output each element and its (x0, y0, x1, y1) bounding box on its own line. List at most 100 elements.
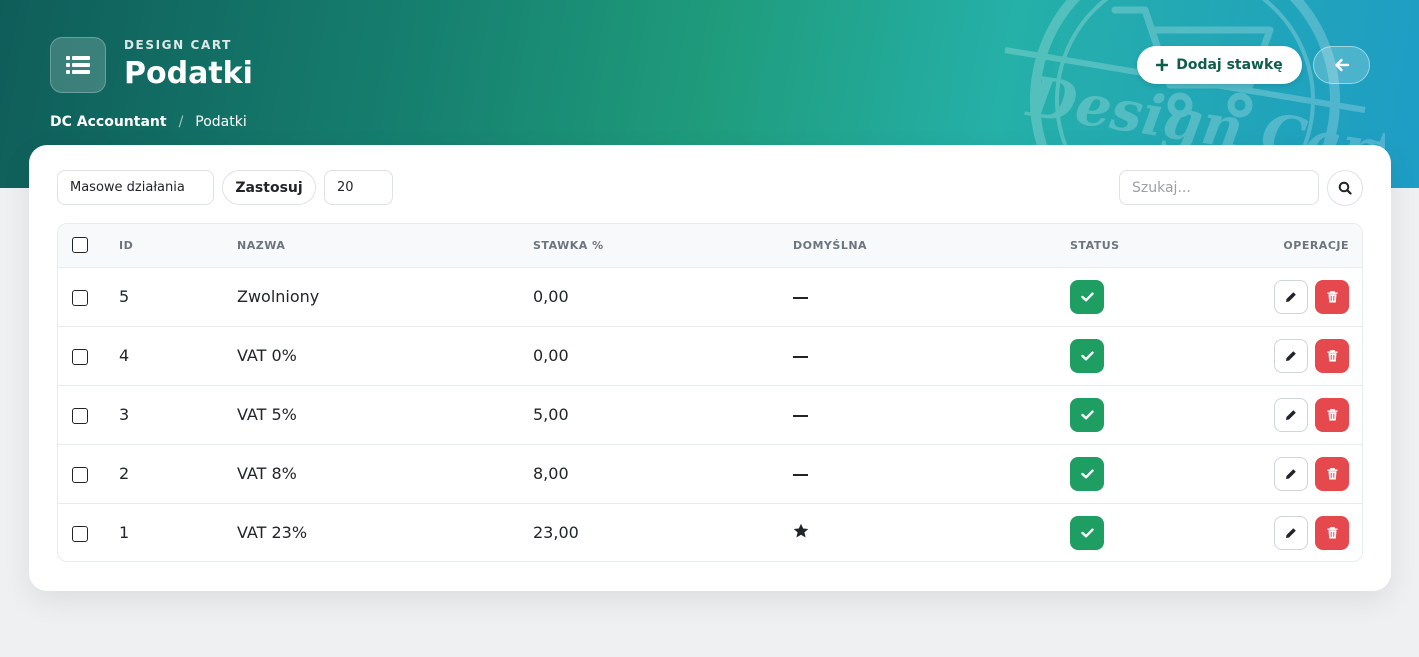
column-header-status[interactable]: STATUS (1070, 224, 1254, 268)
breadcrumb-current: Podatki (195, 114, 247, 130)
breadcrumb: DC Accountant / Podatki (50, 114, 247, 130)
trash-icon (1327, 467, 1337, 479)
column-header-rate[interactable]: STAWKA % (533, 224, 793, 268)
column-header-operations: OPERACJE (1254, 224, 1362, 268)
star-icon (793, 523, 809, 538)
row-checkbox[interactable] (72, 289, 88, 306)
apply-button[interactable]: Zastosuj (222, 170, 316, 205)
cell-status (1070, 385, 1254, 445)
pencil-icon (1286, 409, 1296, 420)
trash-icon (1327, 408, 1337, 420)
row-checkbox[interactable] (72, 348, 88, 365)
cell-default (793, 385, 1070, 445)
row-checkbox[interactable] (72, 525, 88, 542)
not-default-dash (793, 473, 808, 476)
cell-rate: 23,00 (533, 523, 579, 543)
breadcrumb-link-dc-accountant[interactable]: DC Accountant (50, 114, 167, 130)
cell-id: 2 (119, 444, 237, 504)
cell-default (793, 503, 1070, 561)
per-page-select[interactable]: 20 (324, 170, 393, 205)
check-icon (1080, 292, 1094, 301)
status-toggle-button[interactable] (1070, 338, 1104, 373)
select-all-checkbox[interactable] (72, 237, 88, 254)
not-default-dash (793, 355, 808, 358)
edit-button[interactable] (1274, 456, 1308, 491)
table-header-row: ID NAZWA STAWKA % DOMYŚLNA STATUS OPERAC… (58, 224, 1362, 268)
pencil-icon (1286, 527, 1296, 538)
cell-name: VAT 0% (237, 326, 533, 386)
cell-id: 1 (119, 523, 130, 543)
not-default-dash (793, 414, 808, 417)
brand-subtitle: DESIGN CART (124, 38, 232, 52)
delete-button[interactable] (1315, 397, 1349, 432)
status-toggle-button[interactable] (1070, 279, 1104, 314)
delete-button[interactable] (1315, 279, 1349, 314)
edit-button[interactable] (1274, 338, 1308, 373)
add-rate-button[interactable]: Dodaj stawkę (1137, 46, 1302, 84)
cell-operations (1254, 503, 1362, 561)
edit-button[interactable] (1274, 515, 1308, 550)
cell-id: 4 (119, 326, 237, 386)
page-title: Podatki (124, 56, 253, 91)
cell-status (1070, 267, 1254, 327)
cell-operations (1254, 267, 1362, 327)
search-icon (1338, 181, 1352, 195)
cell-id: 5 (119, 267, 237, 327)
table-row: 5 Zwolniony 0,00 (58, 267, 1362, 327)
pencil-icon (1286, 350, 1296, 361)
edit-button[interactable] (1274, 397, 1308, 432)
column-header-id[interactable]: ID (119, 224, 237, 268)
row-checkbox[interactable] (72, 466, 88, 483)
delete-button[interactable] (1315, 338, 1349, 373)
cell-id: 3 (119, 385, 237, 445)
cell-name: VAT 8% (237, 444, 533, 504)
cell-default (793, 326, 1070, 386)
table-row: 3 VAT 5% 5,00 (58, 385, 1362, 445)
column-header-default[interactable]: DOMYŚLNA (793, 224, 1070, 268)
taxes-card: Masowe działania Zastosuj 20 ID NAZWA ST… (29, 145, 1391, 591)
trash-icon (1327, 349, 1337, 361)
status-toggle-button[interactable] (1070, 397, 1104, 432)
cell-name: Zwolniony (237, 267, 533, 327)
back-button[interactable] (1313, 46, 1370, 84)
cell-default (793, 444, 1070, 504)
cell-operations (1254, 326, 1362, 386)
trash-icon (1327, 290, 1337, 302)
brand-icon-box (50, 37, 106, 93)
column-header-name[interactable]: NAZWA (237, 224, 533, 268)
search-button[interactable] (1327, 170, 1363, 206)
check-icon (1080, 528, 1094, 538)
cell-name: VAT 23% (237, 523, 308, 543)
cell-operations (1254, 385, 1362, 445)
cell-status (1070, 326, 1254, 386)
check-icon (1080, 469, 1094, 478)
trash-icon (1327, 526, 1337, 539)
status-toggle-button[interactable] (1070, 515, 1104, 550)
cell-status (1070, 503, 1254, 561)
arrow-left-icon (1334, 58, 1349, 72)
cell-name: VAT 5% (237, 385, 533, 445)
pencil-icon (1286, 291, 1296, 302)
delete-button[interactable] (1315, 515, 1349, 550)
status-toggle-button[interactable] (1070, 456, 1104, 491)
row-checkbox[interactable] (72, 407, 88, 424)
edit-button[interactable] (1274, 279, 1308, 314)
plus-icon (1156, 59, 1169, 71)
delete-button[interactable] (1315, 456, 1349, 491)
check-icon (1080, 410, 1094, 419)
add-rate-label: Dodaj stawkę (1176, 57, 1283, 73)
cell-status (1070, 444, 1254, 504)
cell-rate: 5,00 (533, 385, 793, 445)
bulk-actions-select[interactable]: Masowe działania (57, 170, 214, 205)
not-default-dash (793, 296, 808, 299)
table-row: 4 VAT 0% 0,00 (58, 326, 1362, 386)
check-icon (1080, 351, 1094, 360)
cell-rate: 0,00 (533, 267, 793, 327)
pencil-icon (1286, 468, 1296, 479)
cell-rate: 8,00 (533, 444, 793, 504)
cell-operations (1254, 444, 1362, 504)
list-icon (66, 56, 90, 74)
table-row: 2 VAT 8% 8,00 (58, 444, 1362, 504)
search-input[interactable] (1119, 170, 1319, 205)
table-row: 1 VAT 23% 23,00 (58, 503, 1362, 561)
